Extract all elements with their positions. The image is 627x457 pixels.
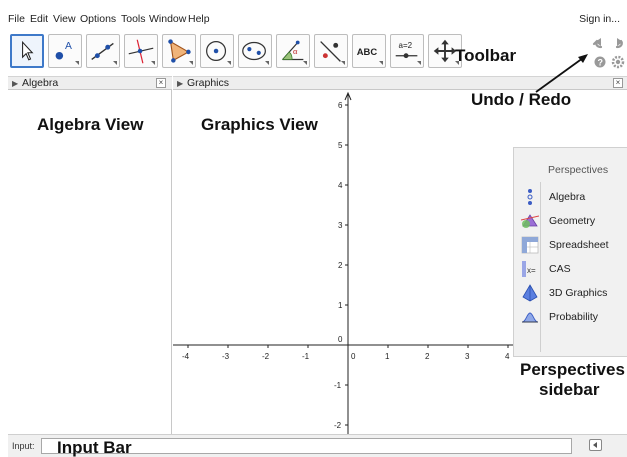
perspectives-sidebar: Perspectives Algebra Geometry Spreadshee… — [513, 147, 627, 357]
tool-perpendicular[interactable] — [124, 34, 158, 68]
menu-window[interactable]: Window — [149, 13, 186, 25]
input-bar-annotation: Input Bar — [57, 438, 132, 457]
perspective-algebra[interactable]: Algebra — [514, 187, 627, 209]
perspective-3d-graphics[interactable]: 3D Graphics — [514, 283, 627, 305]
perspective-label: Probability — [549, 311, 599, 323]
tool-polygon[interactable] — [162, 34, 196, 68]
tool-menu-indicator — [417, 61, 421, 65]
perspective-probability[interactable]: Probability — [514, 307, 627, 329]
menu-view[interactable]: View — [53, 13, 76, 25]
y-tick-label: -2 — [334, 421, 342, 430]
algebra-perspective-icon — [527, 189, 533, 205]
input-label: Input: — [12, 441, 35, 451]
x-tick-label: -3 — [222, 352, 230, 361]
angle-icon-label: α — [293, 46, 298, 56]
undo-icon[interactable] — [592, 38, 603, 49]
undo-redo-pointer-arrow — [535, 54, 588, 93]
algebra-header: ▶ Algebra × — [8, 76, 172, 90]
perspectives-title: Perspectives — [548, 164, 609, 176]
menu-edit[interactable]: Edit — [30, 13, 48, 25]
text-icon-label: ABC — [357, 46, 378, 57]
geogebra-window: File Edit View Options Tools Window Help… — [8, 8, 627, 457]
tool-menu-indicator — [151, 61, 155, 65]
perspectives-annotation-line2: sidebar — [539, 380, 600, 399]
perspective-label: Spreadsheet — [549, 239, 609, 251]
gear-icon[interactable] — [611, 55, 625, 69]
perspective-label: Geometry — [549, 215, 596, 227]
x-tick-label: 2 — [425, 352, 430, 361]
menu-tools[interactable]: Tools — [121, 13, 146, 25]
tool-menu-indicator — [303, 61, 307, 65]
menu-bar: File Edit View Options Tools Window Help… — [8, 8, 627, 30]
x-tick-label: -2 — [262, 352, 270, 361]
menu-file[interactable]: File — [8, 13, 25, 25]
perspectives-annotation-line1: Perspectives — [520, 360, 625, 379]
algebra-title: Algebra — [22, 77, 59, 89]
graphics-close-icon[interactable]: × — [613, 78, 623, 88]
y-tick-label: 1 — [338, 301, 343, 310]
graphics-view-annotation: Graphics View — [201, 115, 318, 134]
perspective-label: CAS — [549, 263, 571, 275]
tool-menu-indicator — [379, 61, 383, 65]
tool-slider[interactable]: a=2 — [390, 34, 424, 68]
perspective-cas[interactable]: x= CAS — [514, 259, 627, 281]
tool-menu-indicator — [341, 61, 345, 65]
probability-perspective-icon — [521, 312, 539, 323]
tool-angle[interactable]: α — [276, 34, 310, 68]
tool-ellipse[interactable] — [238, 34, 272, 68]
tool-reflect[interactable] — [314, 34, 348, 68]
tool-line[interactable] — [86, 34, 120, 68]
sign-in-link[interactable]: Sign in... — [579, 13, 620, 25]
svg-text:x=: x= — [527, 266, 536, 275]
tool-menu-indicator — [265, 61, 269, 65]
tool-menu-indicator — [227, 61, 231, 65]
slider-icon-label: a=2 — [399, 41, 413, 50]
keyboard-toggle-icon[interactable] — [589, 439, 602, 451]
menu-options[interactable]: Options — [80, 13, 116, 25]
x-tick-label: -1 — [302, 352, 310, 361]
perspective-label: 3D Graphics — [549, 287, 608, 299]
tool-menu-indicator — [189, 61, 193, 65]
cas-perspective-icon: x= — [522, 261, 536, 277]
algebra-collapse-icon[interactable]: ▶ — [12, 79, 18, 88]
spreadsheet-perspective-icon — [521, 236, 539, 254]
move-arrow-icon — [22, 40, 34, 61]
tool-text[interactable]: ABC — [352, 34, 386, 68]
origin-y-label: 0 — [338, 335, 343, 344]
toolbar-annotation: Toolbar — [455, 46, 517, 65]
perspective-geometry[interactable]: Geometry — [514, 211, 627, 233]
tool-menu-indicator — [113, 61, 117, 65]
y-tick-label: 2 — [338, 261, 343, 270]
tool-menu-indicator — [75, 61, 79, 65]
y-tick-label: 5 — [338, 141, 343, 150]
menu-help[interactable]: Help — [188, 13, 210, 25]
input-bar: Input: Input Bar — [8, 434, 627, 457]
y-tick-label: 6 — [338, 101, 343, 110]
tool-move[interactable] — [10, 34, 44, 68]
tool-point[interactable]: A — [48, 34, 82, 68]
redo-icon[interactable] — [615, 38, 623, 49]
x-tick-label: 1 — [385, 352, 390, 361]
graphics-title: Graphics — [187, 77, 230, 89]
perspective-spreadsheet[interactable]: Spreadsheet — [514, 235, 627, 257]
3d-graphics-perspective-icon — [522, 284, 538, 302]
svg-text:?: ? — [598, 58, 604, 68]
geometry-perspective-icon — [521, 214, 539, 228]
x-tick-label: -4 — [182, 352, 190, 361]
x-tick-label: 4 — [505, 352, 510, 361]
y-tick-label: 3 — [338, 221, 343, 230]
y-tick-label: -1 — [334, 381, 342, 390]
graphics-collapse-icon[interactable]: ▶ — [177, 79, 183, 88]
x-tick-label: 0 — [351, 352, 356, 361]
tool-circle[interactable] — [200, 34, 234, 68]
perspective-label: Algebra — [549, 191, 586, 203]
y-tick-label: 4 — [338, 181, 343, 190]
algebra-view-annotation: Algebra View — [37, 115, 144, 134]
x-tick-label: 3 — [465, 352, 470, 361]
point-icon-label: A — [65, 41, 72, 52]
algebra-close-icon[interactable]: × — [156, 78, 166, 88]
algebra-view[interactable]: Algebra View — [8, 90, 172, 434]
